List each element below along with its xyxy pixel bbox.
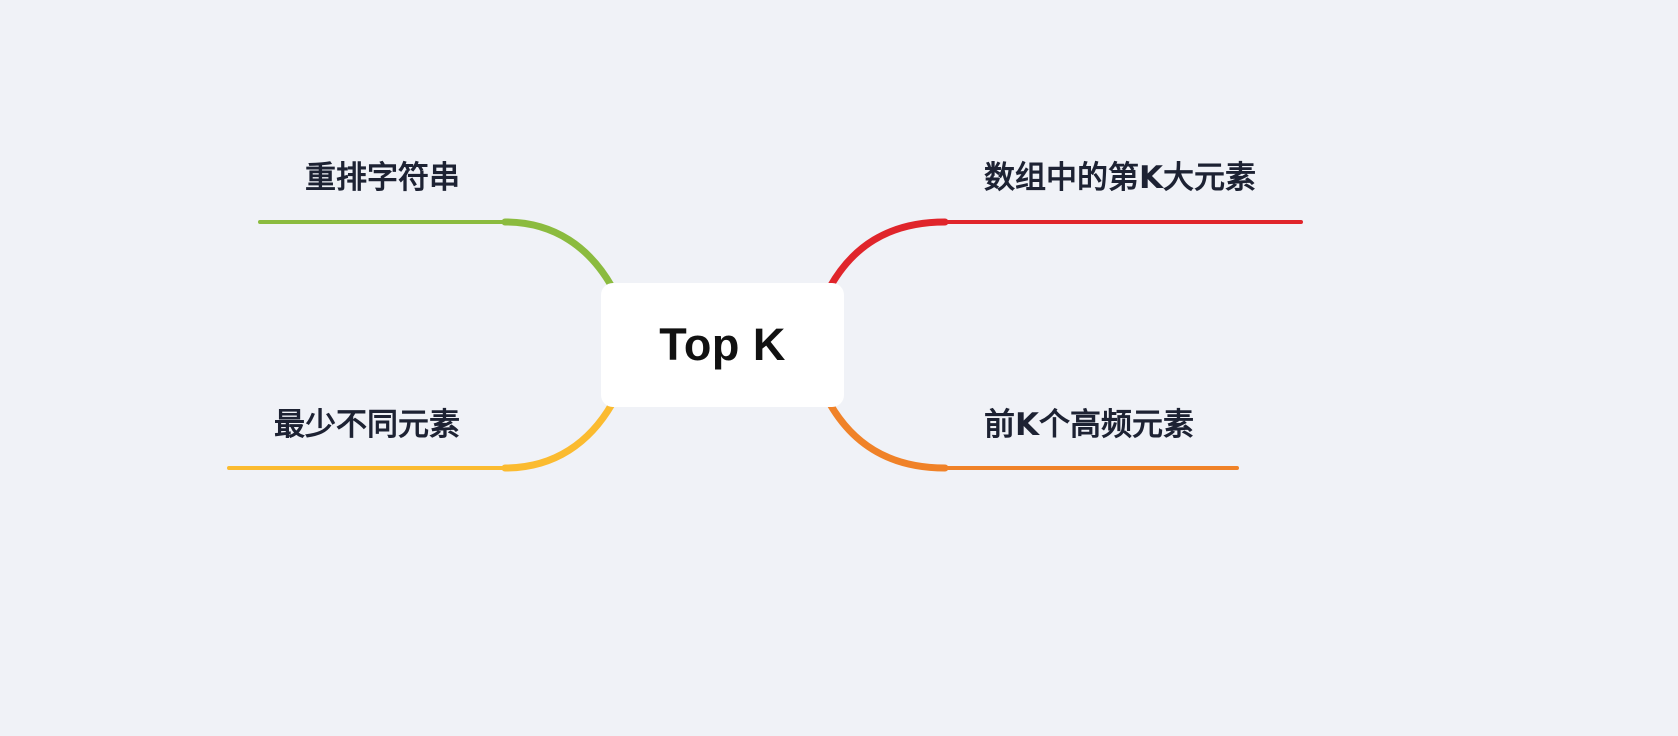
- branch-connector-bottom-left-thick: [501, 400, 616, 472]
- central-topic-node[interactable]: Top K: [601, 283, 844, 407]
- branch-label-top-right[interactable]: 数组中的第K大元素: [984, 163, 1256, 194]
- branch-connector-top-left-thick: [501, 218, 616, 291]
- branch-label-bottom-left[interactable]: 最少不同元素: [274, 410, 460, 441]
- branch-connector-bottom-right-thick: [826, 400, 949, 472]
- branch-label-bottom-right[interactable]: 前K个高频元素: [984, 410, 1194, 441]
- central-topic-title: Top K: [659, 319, 786, 370]
- branch-connector-top-right-thick: [826, 218, 949, 291]
- mind-map-canvas: Top K 重排字符串 最少不同元素 数组中的第K大元素 前K个高频元素: [0, 0, 1678, 736]
- branch-label-top-left[interactable]: 重排字符串: [305, 163, 460, 194]
